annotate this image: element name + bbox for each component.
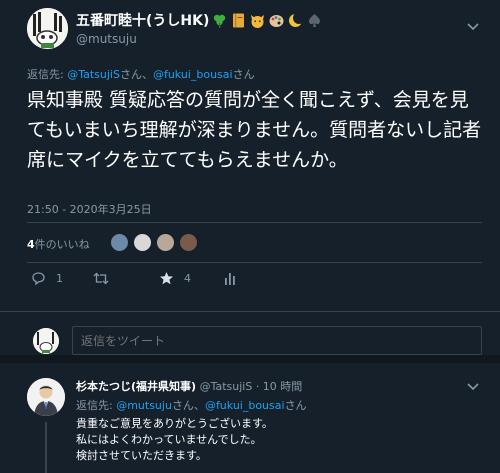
tweet-text: 県知事殿 質疑応答の質問が全く聞こえず、会見を見てもいまいち理解が深まりません。… xyxy=(27,89,482,171)
reply-to-prefix: 返信先: xyxy=(27,68,68,81)
analytics-icon xyxy=(225,273,235,285)
reply-to-line: 返信先: @TatsujiSさん、@fukui_bousaiさん xyxy=(27,66,255,82)
likes-number: 4 xyxy=(27,238,35,251)
mention-link[interactable]: @TatsujiS xyxy=(67,68,120,81)
author-avatar[interactable] xyxy=(27,8,68,49)
reply-icon xyxy=(32,272,45,286)
reply-time[interactable]: · 10 時間 xyxy=(256,380,303,393)
chevron-down-icon[interactable] xyxy=(466,382,480,392)
author-name-row: 五番町睦十(うしHK) xyxy=(76,10,325,30)
reply-text-line: 検討させていただきます。 xyxy=(76,449,207,462)
reply-author-display-name[interactable]: 杉本たつじ(福井県知事) xyxy=(76,380,196,393)
crescent-moon-emoji xyxy=(289,11,305,27)
retweet-button[interactable] xyxy=(93,271,119,286)
divider xyxy=(27,222,482,223)
spade-emoji xyxy=(309,13,321,27)
reply-tweet-text: 貴重なご意見をありがとうございます。 私にはよくわかっていませんでした。 検討さ… xyxy=(76,416,273,464)
liker-avatars xyxy=(110,233,202,252)
reply-to-suffix: さん xyxy=(284,399,307,412)
liker-avatar[interactable] xyxy=(179,233,198,252)
reply-author-handle[interactable]: @TatsujiS xyxy=(200,380,253,393)
like-count: 4 xyxy=(184,272,191,285)
reply-to-mid: さん、 xyxy=(119,68,153,81)
likes-count[interactable]: 4件のいいね xyxy=(27,236,90,252)
author-display-name[interactable]: 五番町睦十(うしHK) xyxy=(76,10,209,30)
shamrock-emoji xyxy=(214,14,226,28)
liker-avatar[interactable] xyxy=(156,233,175,252)
thread-line xyxy=(45,422,47,473)
reply-to-prefix: 返信先: xyxy=(76,399,117,412)
reply-text-line: 貴重なご意見をありがとうございます。 xyxy=(76,417,273,430)
reply-author-avatar[interactable] xyxy=(27,378,65,416)
like-button[interactable]: 4 xyxy=(159,271,191,286)
liker-avatar[interactable] xyxy=(133,233,152,252)
reply-author-name-row: 杉本たつじ(福井県知事) @TatsujiS · 10 時間 xyxy=(76,378,302,394)
reply-to-suffix: さん xyxy=(232,68,255,81)
likes-label: 件のいいね xyxy=(34,238,90,251)
star-icon xyxy=(160,272,173,285)
my-avatar xyxy=(33,328,59,354)
mention-link[interactable]: @fukui_bousai xyxy=(205,399,285,412)
reply-to-mid: さん、 xyxy=(171,399,205,412)
chevron-down-icon[interactable] xyxy=(466,22,480,32)
cat-emoji xyxy=(251,14,265,28)
mention-link[interactable]: @mutsuju xyxy=(116,399,172,412)
divider xyxy=(27,262,482,263)
liker-avatar[interactable] xyxy=(110,233,129,252)
reply-count: 1 xyxy=(56,272,63,285)
reply-text-line: 私にはよくわかっていませんでした。 xyxy=(76,433,262,446)
main-tweet: 五番町睦十(うしHK) @mutsuju 返信先: @TatsujiSさん、@f… xyxy=(0,0,500,312)
notebook-emoji xyxy=(233,13,245,27)
retweet-icon xyxy=(93,272,109,285)
tweet-actions: 1 4 xyxy=(27,271,482,291)
analytics-button[interactable] xyxy=(223,271,237,286)
name-emojis xyxy=(211,11,325,29)
mention-link[interactable]: @fukui_bousai xyxy=(153,68,233,81)
reply-button[interactable]: 1 xyxy=(31,271,63,286)
reply-input[interactable] xyxy=(72,326,482,355)
tweet-timestamp[interactable]: 21:50 - 2020年3月25日 xyxy=(27,201,152,217)
author-handle[interactable]: @mutsuju xyxy=(76,32,137,46)
reply-to-line: 返信先: @mutsujuさん、@fukui_bousaiさん xyxy=(76,397,307,413)
palette-emoji xyxy=(269,14,284,27)
